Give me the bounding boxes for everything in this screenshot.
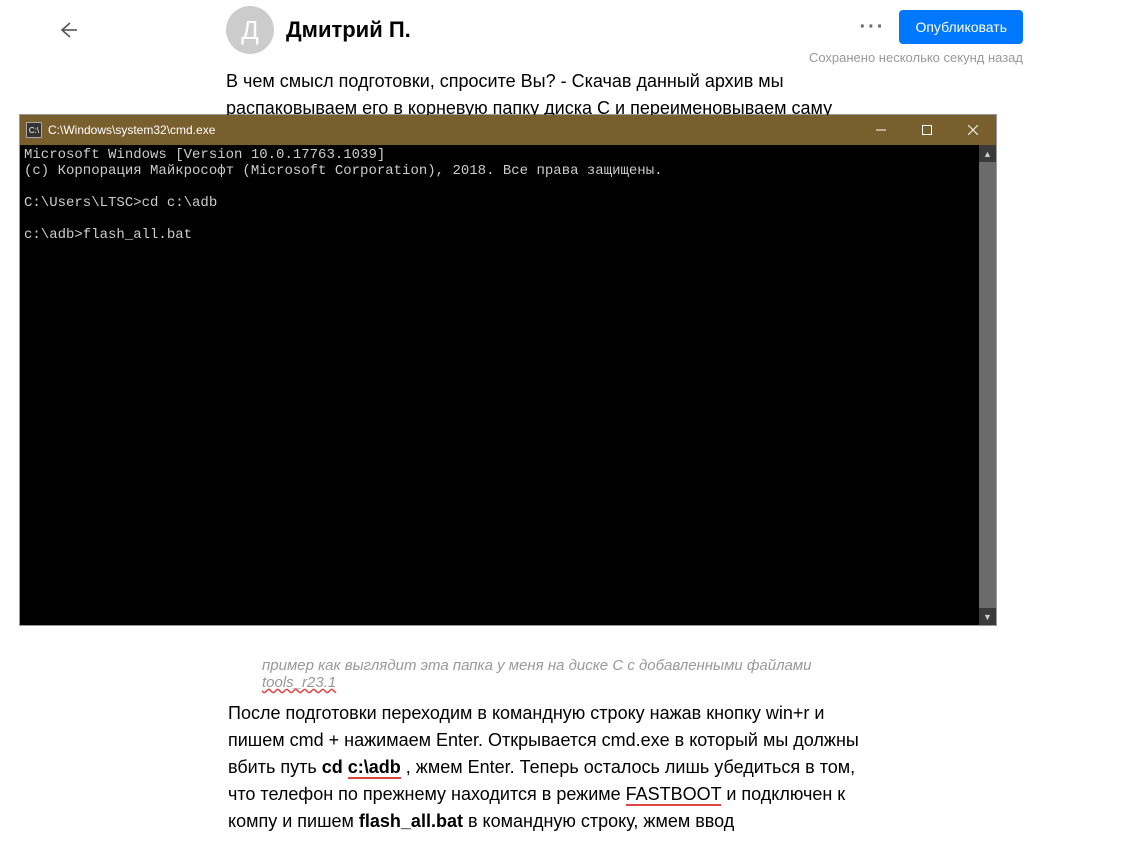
cmd-output[interactable]: Microsoft Windows [Version 10.0.17763.10… [20, 145, 979, 625]
cmd-body: Microsoft Windows [Version 10.0.17763.10… [20, 145, 996, 625]
cmd-scrollbar[interactable]: ▲ ▼ [979, 145, 996, 625]
back-arrow-icon[interactable] [55, 18, 79, 47]
minimize-button[interactable] [858, 115, 904, 145]
image-caption[interactable]: пример как выглядит эта папка у меня на … [262, 657, 862, 691]
flash-cmd-text: flash_all.bat [359, 811, 463, 831]
cmd-window-title: C:\Windows\system32\cmd.exe [48, 123, 858, 137]
publish-button[interactable]: Опубликовать [899, 10, 1023, 44]
save-status-text: Сохранено несколько секунд назад [809, 50, 1023, 65]
maximize-button[interactable] [904, 115, 950, 145]
article-paragraph-bottom[interactable]: После подготовки переходим в командную с… [228, 700, 868, 835]
cmd-titlebar[interactable]: C:\ C:\Windows\system32\cmd.exe [20, 115, 996, 145]
header-actions: ··· Опубликовать Сохранено несколько сек… [809, 10, 1023, 65]
avatar[interactable]: Д [226, 6, 274, 54]
cmd-app-icon: C:\ [26, 122, 42, 138]
cmd-window-controls [858, 115, 996, 145]
scroll-up-icon[interactable]: ▲ [979, 145, 996, 162]
scroll-thumb[interactable] [979, 162, 996, 622]
cmd-window: C:\ C:\Windows\system32\cmd.exe Microsof… [20, 115, 996, 625]
fastboot-text: FASTBOOT [626, 784, 722, 806]
more-menu-icon[interactable]: ··· [859, 16, 885, 39]
cmd-path-text: c:\adb [348, 757, 401, 779]
cmd-cd-text: cd [322, 757, 343, 777]
author-block: Д Дмитрий П. [226, 6, 411, 54]
author-name: Дмитрий П. [286, 17, 411, 43]
editor-header: Д Дмитрий П. ··· Опубликовать Сохранено … [0, 0, 1133, 60]
article-paragraph-top[interactable]: В чем смысл подготовки, спросите Вы? - С… [226, 68, 866, 122]
caption-link[interactable]: tools_r23.1 [262, 674, 336, 691]
close-button[interactable] [950, 115, 996, 145]
scroll-down-icon[interactable]: ▼ [979, 608, 996, 625]
caption-text: пример как выглядит эта папка у меня на … [262, 657, 812, 674]
text-segment: в командную строку, жмем ввод [468, 811, 734, 831]
